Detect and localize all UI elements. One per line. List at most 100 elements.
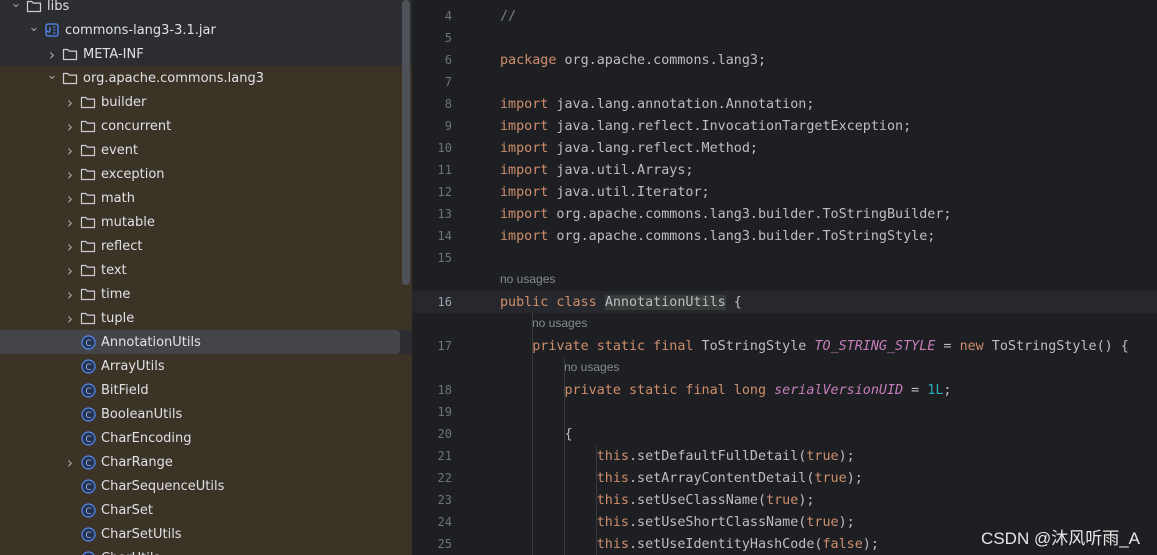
code-text: import java.lang.reflect.Method;	[500, 140, 758, 156]
project-tree[interactable]: ⌄ libs ⌄ commons-lang3-3.1.jar › META-INF ⌄ org…	[0, 0, 412, 555]
chevron-right-icon[interactable]: ›	[62, 234, 78, 258]
tree-item-booleanutils[interactable]: C BooleanUtils	[0, 402, 412, 426]
chevron-right-icon[interactable]: ›	[62, 282, 78, 306]
chevron-right-icon[interactable]: ›	[62, 162, 78, 186]
code-text: private static final ToStringStyle TO_ST…	[532, 338, 1129, 354]
code-line-12[interactable]: 12 import java.util.Iterator;	[412, 181, 1157, 203]
tree-item-builder[interactable]: › builder	[0, 90, 412, 114]
svg-text:C: C	[85, 387, 91, 397]
chevron-right-icon[interactable]: ›	[62, 90, 78, 114]
line-number: 15	[437, 251, 452, 265]
code-line-8[interactable]: 8 import java.lang.annotation.Annotation;	[412, 93, 1157, 115]
tree-item-label: tuple	[101, 310, 135, 326]
line-number: 5	[444, 31, 452, 45]
tree-item-org-apache-commons-lang3[interactable]: ⌄ org.apache.commons.lang3	[0, 66, 412, 90]
tree-item-reflect[interactable]: › reflect	[0, 234, 412, 258]
tree-item-exception[interactable]: › exception	[0, 162, 412, 186]
tree-item-tuple[interactable]: › tuple	[0, 306, 412, 330]
chevron-right-icon[interactable]: ›	[62, 186, 78, 210]
code-line-20[interactable]: 20 {	[412, 423, 1157, 445]
tree-item-libs[interactable]: ⌄ libs	[0, 0, 412, 18]
code-line-11[interactable]: 11 import java.util.Arrays;	[412, 159, 1157, 181]
tree-item-mutable[interactable]: › mutable	[0, 210, 412, 234]
code-text: this.setUseShortClassName(true);	[596, 514, 855, 530]
tree-item-label: CharSet	[101, 502, 153, 518]
code-line-13[interactable]: 13 import org.apache.commons.lang3.builde…	[412, 203, 1157, 225]
tree-item-charrange[interactable]: › C CharRange	[0, 450, 412, 474]
chevron-right-icon[interactable]: ›	[62, 450, 78, 474]
tree-item-meta-inf[interactable]: › META-INF	[0, 42, 412, 66]
folder-icon	[26, 0, 42, 14]
usage-hint[interactable]: no usages	[500, 272, 555, 286]
code-line-4[interactable]: 4 //	[412, 5, 1157, 27]
line-number: 17	[437, 339, 452, 353]
chevron-right-icon[interactable]: ›	[62, 114, 78, 138]
tree-item-concurrent[interactable]: › concurrent	[0, 114, 412, 138]
chevron-right-icon[interactable]: ›	[62, 258, 78, 282]
code-line-10[interactable]: 10 import java.lang.reflect.Method;	[412, 137, 1157, 159]
code-text: import java.lang.reflect.InvocationTarge…	[500, 118, 912, 134]
folder-icon	[80, 262, 96, 278]
chevron-right-icon[interactable]: ›	[62, 306, 78, 330]
code-line-16[interactable]: 16 public class AnnotationUtils {	[412, 291, 1157, 313]
tree-item-label: META-INF	[83, 46, 144, 62]
tree-item-event[interactable]: › event	[0, 138, 412, 162]
folder-icon	[80, 238, 96, 254]
tree-item-charset[interactable]: C CharSet	[0, 498, 412, 522]
tree-item-label: text	[101, 262, 127, 278]
code-line-6[interactable]: 6 package org.apache.commons.lang3;	[412, 49, 1157, 71]
tree-item-text[interactable]: › text	[0, 258, 412, 282]
code-line-7[interactable]: 7	[412, 71, 1157, 93]
folder-icon	[80, 214, 96, 230]
class-icon: C	[80, 406, 96, 422]
tree-item-charencoding[interactable]: C CharEncoding	[0, 426, 412, 450]
tree-item-label: exception	[101, 166, 165, 182]
svg-text:C: C	[85, 483, 91, 493]
code-line-17[interactable]: 17 private static final ToStringStyle TO…	[412, 335, 1157, 357]
code-line-23[interactable]: 23 this.setUseClassName(true);	[412, 489, 1157, 511]
tree-item-label: concurrent	[101, 118, 172, 134]
code-line-22[interactable]: 22 this.setArrayContentDetail(true);	[412, 467, 1157, 489]
code-line-5[interactable]: 5	[412, 27, 1157, 49]
code-line-15[interactable]: 15	[412, 247, 1157, 269]
code-text: this.setUseClassName(true);	[596, 492, 815, 508]
code-line-9[interactable]: 9 import java.lang.reflect.InvocationTarg…	[412, 115, 1157, 137]
line-number: 22	[437, 471, 452, 485]
chevron-right-icon[interactable]: ›	[62, 138, 78, 162]
code-line-18[interactable]: 18 private static final long serialVersi…	[412, 379, 1157, 401]
tree-item-commons-lang3-3-1-jar[interactable]: ⌄ commons-lang3-3.1.jar	[0, 18, 412, 42]
line-number: 20	[437, 427, 452, 441]
usage-hint[interactable]: no usages	[532, 316, 587, 330]
line-number: 13	[437, 207, 452, 221]
code-editor[interactable]: 4 // 5 6 package org.apache.commons.lang3; 7 8…	[412, 0, 1157, 555]
chevron-right-icon[interactable]: ›	[62, 210, 78, 234]
folder-icon	[80, 286, 96, 302]
chevron-down-icon[interactable]: ⌄	[44, 63, 60, 87]
chevron-down-icon[interactable]: ⌄	[26, 15, 42, 39]
code-text: this.setArrayContentDetail(true);	[596, 470, 863, 486]
tree-item-charsetutils[interactable]: C CharSetUtils	[0, 522, 412, 546]
code-text: //	[500, 8, 517, 24]
line-number: 12	[437, 185, 452, 199]
class-icon: C	[80, 334, 96, 350]
code-line-21[interactable]: 21 this.setDefaultFullDetail(true);	[412, 445, 1157, 467]
usage-hint[interactable]: no usages	[564, 360, 619, 374]
project-tree-scrollbar[interactable]	[402, 0, 410, 285]
tree-item-arrayutils[interactable]: C ArrayUtils	[0, 354, 412, 378]
tree-item-time[interactable]: › time	[0, 282, 412, 306]
tree-item-annotationutils[interactable]: C AnnotationUtils	[0, 330, 400, 354]
svg-text:C: C	[85, 531, 91, 541]
code-line-14[interactable]: 14 import org.apache.commons.lang3.builde…	[412, 225, 1157, 247]
tree-item-label: CharSequenceUtils	[101, 478, 225, 494]
tree-item-bitfield[interactable]: C BitField	[0, 378, 412, 402]
tree-item-label: CharRange	[101, 454, 173, 470]
tree-item-math[interactable]: › math	[0, 186, 412, 210]
line-number: 10	[437, 141, 452, 155]
chevron-down-icon[interactable]: ⌄	[8, 0, 24, 15]
tree-item-charutils[interactable]: C CharUtils	[0, 546, 412, 555]
tree-item-charsequenceutils[interactable]: C CharSequenceUtils	[0, 474, 412, 498]
code-line-19[interactable]: 19	[412, 401, 1157, 423]
line-number: 14	[437, 229, 452, 243]
